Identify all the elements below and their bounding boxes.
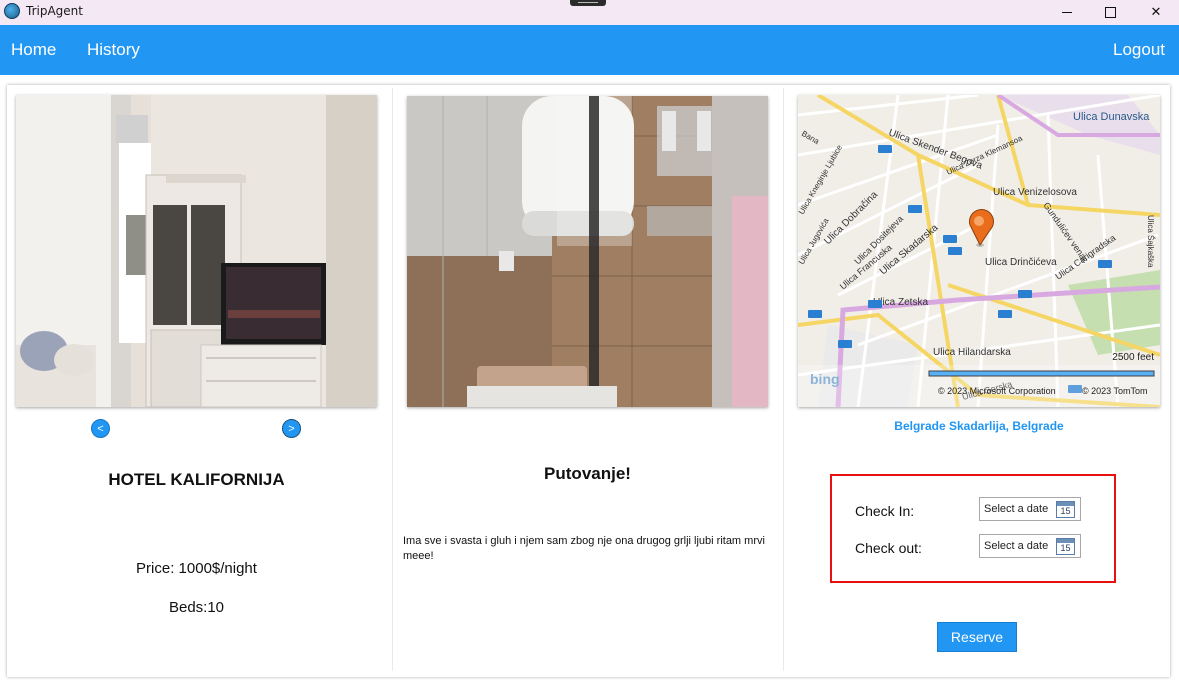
minimize-button[interactable] — [1044, 0, 1090, 25]
svg-text:Ulica Dunavska: Ulica Dunavska — [1073, 111, 1150, 123]
svg-text:Ulica Hilandarska: Ulica Hilandarska — [933, 347, 1011, 358]
map-copyright-microsoft: © 2023 Microsoft Corporation — [938, 386, 1056, 396]
check-out-label: Check out: — [855, 540, 922, 556]
calendar-icon[interactable]: 15 — [1056, 501, 1075, 518]
check-in-placeholder: Select a date — [984, 503, 1049, 515]
reserve-button[interactable]: Reserve — [937, 622, 1017, 652]
date-selection-box — [830, 474, 1116, 583]
check-out-date-picker[interactable]: Select a date 15 — [979, 534, 1081, 558]
trip-title: Putovanje! — [544, 464, 631, 483]
logout-link[interactable]: Logout — [1113, 40, 1165, 60]
trip-description: Ima sve i svasta i gluh i njem sam zbog … — [403, 535, 765, 562]
map-copyright-tomtom: © 2023 TomTom — [1082, 386, 1148, 396]
maximize-button[interactable] — [1087, 0, 1133, 25]
column-divider — [783, 88, 784, 671]
bing-logo: bing — [810, 371, 840, 387]
check-in-date-picker[interactable]: Select a date 15 — [979, 497, 1081, 521]
hotel-price: Price: 1000$/night — [136, 560, 257, 577]
globe-icon — [4, 3, 20, 19]
calendar-icon[interactable]: 15 — [1056, 538, 1075, 555]
previous-photo-button[interactable]: < — [91, 419, 110, 438]
hotel-beds: Beds:10 — [168, 599, 225, 616]
check-out-placeholder: Select a date — [984, 540, 1049, 552]
nav-history-link[interactable]: History — [87, 40, 140, 60]
hotel-room-photo — [16, 95, 377, 407]
hotel-name: HOTEL KALIFORNIJA — [108, 470, 285, 489]
nav-home-link[interactable]: Home — [11, 40, 56, 60]
calendar-day: 15 — [1060, 506, 1071, 516]
svg-text:Ulica Drinčićeva: Ulica Drinčićeva — [985, 257, 1057, 268]
window-titlebar: TripAgent — [0, 0, 1179, 25]
next-photo-button[interactable]: > — [282, 419, 301, 438]
column-divider — [392, 88, 393, 671]
window-title: TripAgent — [26, 4, 83, 18]
location-label[interactable]: Belgrade Skadarlija, Belgrade — [798, 419, 1160, 433]
check-in-label: Check In: — [855, 503, 915, 519]
svg-text:Ulica Šajkaška: Ulica Šajkaška — [1146, 215, 1155, 268]
drag-handle[interactable] — [570, 0, 606, 6]
bathroom-photo — [407, 96, 768, 407]
calendar-day: 15 — [1060, 543, 1071, 553]
map-scale-label: 2500 feet — [1112, 352, 1154, 363]
svg-text:Ulica Venizelosova: Ulica Venizelosova — [993, 187, 1077, 198]
close-button[interactable] — [1133, 0, 1179, 25]
location-map[interactable]: Ulica Dunavska Ulica Skender Begova Ulic… — [798, 95, 1160, 407]
top-navbar: Home History Logout — [0, 25, 1179, 75]
